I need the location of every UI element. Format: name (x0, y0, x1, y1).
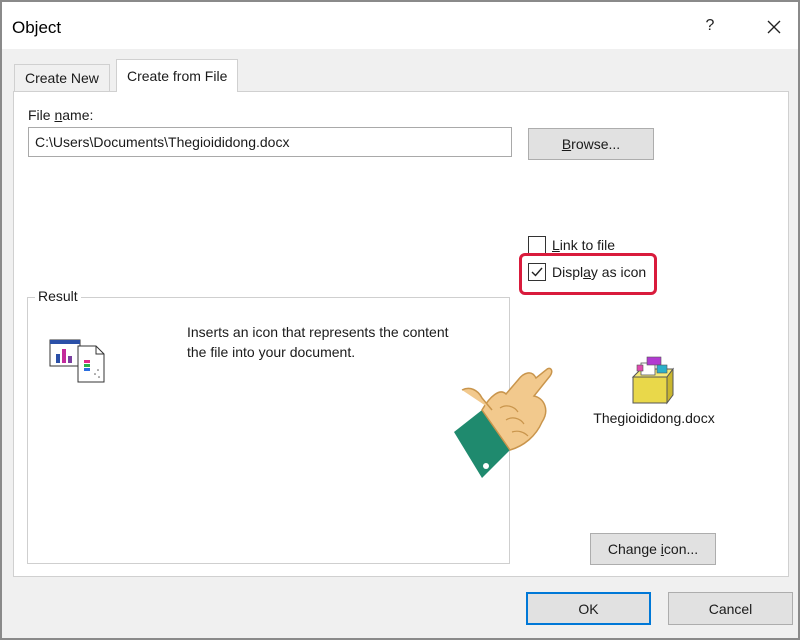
browse-button[interactable]: Browse... (528, 128, 654, 160)
file-name-input[interactable] (28, 127, 512, 157)
ok-button[interactable]: OK (526, 592, 651, 625)
result-group: Result Inserts an icon that represents t… (27, 288, 510, 564)
tab-create-new[interactable]: Create New (14, 64, 110, 91)
close-icon (767, 20, 781, 34)
link-to-file-checkbox[interactable] (528, 236, 546, 254)
pointing-hand-icon (442, 360, 572, 493)
help-button[interactable]: ? (698, 14, 722, 38)
result-description: Inserts an icon that represents the cont… (187, 322, 477, 362)
icon-caption: Thegioididong.docx (593, 410, 715, 426)
change-icon-button[interactable]: Change icon... (590, 533, 716, 565)
result-legend: Result (35, 288, 81, 304)
link-to-file-label: Link to file (552, 237, 616, 253)
dialog-title: Object (12, 18, 62, 37)
tab-create-from-file[interactable]: Create from File (116, 59, 239, 92)
document-icon (48, 336, 108, 387)
highlight-box (519, 253, 657, 295)
title-bar: Object ? (2, 2, 798, 49)
create-from-file-panel: File name: Browse... Link to file Displa… (13, 91, 789, 577)
close-button[interactable] (761, 14, 787, 40)
package-icon (629, 355, 677, 410)
result-line-2: the file into your document. (187, 344, 356, 360)
result-line-1: Inserts an icon that represents the cont… (187, 324, 449, 340)
cancel-button[interactable]: Cancel (668, 592, 793, 625)
file-name-label: File name: (28, 107, 94, 123)
